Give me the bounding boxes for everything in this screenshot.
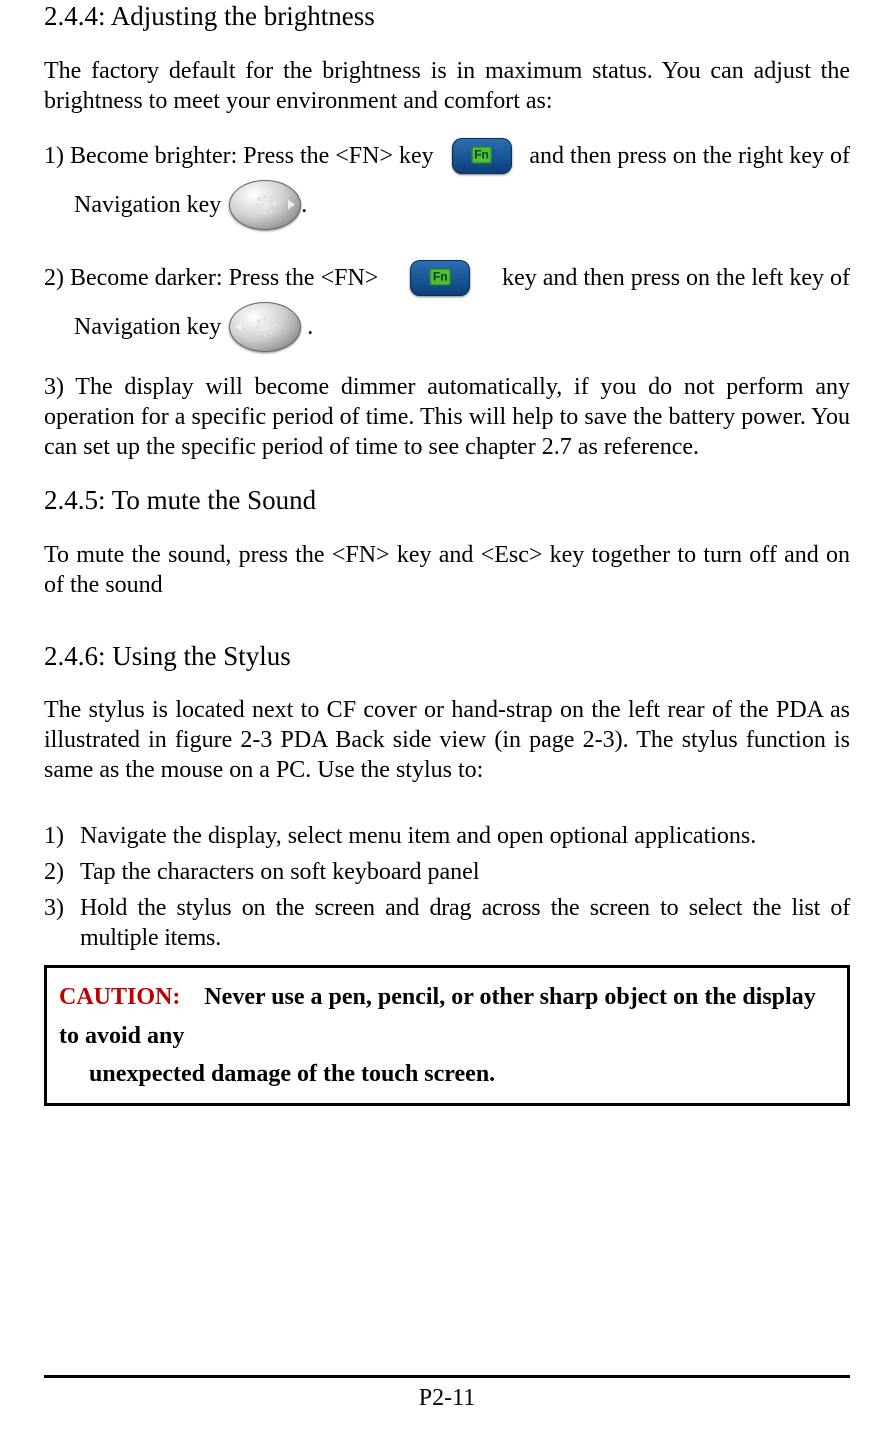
caution-box: CAUTION: Never use a pen, pencil, or oth… <box>44 965 850 1106</box>
fn-key-icon <box>452 138 512 174</box>
darker-step-text-d: . <box>307 312 313 342</box>
fn-key-icon <box>410 260 470 296</box>
list-text: Hold the stylus on the screen and drag a… <box>80 893 850 953</box>
section-2-4-6-intro: The stylus is located next to CF cover o… <box>44 695 850 785</box>
list-text: Tap the characters on soft keyboard pane… <box>80 857 850 887</box>
page-content: 2.4.4: Adjusting the brightness The fact… <box>44 0 850 1106</box>
list-item: 1) Navigate the display, select menu ite… <box>44 821 850 851</box>
list-item: 2) Tap the characters on soft keyboard p… <box>44 857 850 887</box>
darker-step-text-a: 2) Become darker: Press the <FN> <box>44 263 378 293</box>
list-number: 2) <box>44 857 80 887</box>
auto-dim-note: 3) The display will become dimmer automa… <box>44 372 850 462</box>
caution-label: CAUTION: <box>59 984 180 1010</box>
darker-step-line2: Navigation key − . <box>44 302 850 352</box>
darker-step-text-c: Navigation key <box>74 312 221 342</box>
section-2-4-5-body: To mute the sound, press the <FN> key an… <box>44 540 850 600</box>
list-item: 3) Hold the stylus on the screen and dra… <box>44 893 850 953</box>
darker-step-text-b: key and then press on the left key of <box>502 263 850 293</box>
document-page: 2.4.4: Adjusting the brightness The fact… <box>0 0 894 1432</box>
footer-rule <box>44 1375 850 1378</box>
heading-2-4-6: 2.4.6: Using the Stylus <box>44 640 850 674</box>
brighter-step-text-c: Navigation key <box>74 190 221 220</box>
brighter-step-text-b: and then press on the right key of <box>529 141 850 171</box>
section-2-4-4-intro: The factory default for the brightness i… <box>44 56 850 116</box>
heading-2-4-5: 2.4.5: To mute the Sound <box>44 484 850 518</box>
brighter-step-line2: Navigation key + . <box>44 180 850 230</box>
list-number: 1) <box>44 821 80 851</box>
stylus-usage-list: 1) Navigate the display, select menu ite… <box>44 821 850 953</box>
heading-2-4-4: 2.4.4: Adjusting the brightness <box>44 0 850 34</box>
list-text: Navigate the display, select menu item a… <box>80 821 850 851</box>
navigation-key-right-icon: + <box>229 180 301 230</box>
list-number: 3) <box>44 893 80 923</box>
navigation-key-left-icon: − <box>229 302 301 352</box>
brighter-step-line1: 1) Become brighter: Press the <FN> key a… <box>44 138 850 174</box>
darker-step-line1: 2) Become darker: Press the <FN> key and… <box>44 260 850 296</box>
brighter-step-text-d: . <box>301 190 307 220</box>
brighter-step-text-a: 1) Become brighter: Press the <FN> key <box>44 141 434 171</box>
caution-text-line2: unexpected damage of the touch screen. <box>59 1055 835 1093</box>
page-number: P2-11 <box>0 1385 894 1412</box>
